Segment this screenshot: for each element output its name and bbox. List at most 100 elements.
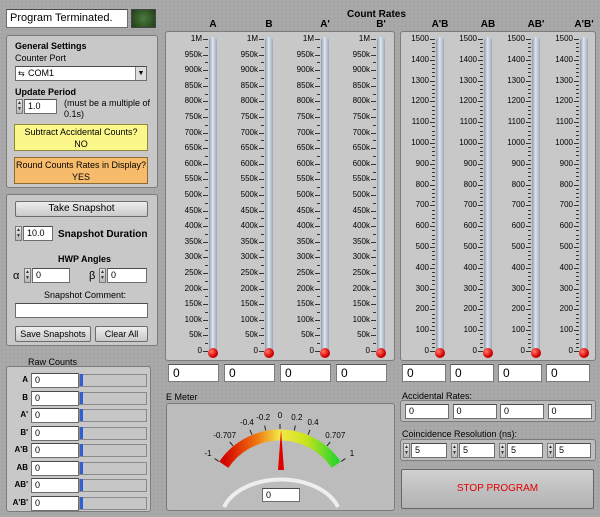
snapshot-duration-stepper[interactable]: ▲ ▼ [15, 226, 22, 241]
thermo-minor-tick [576, 334, 579, 336]
thermo-minor-tick [576, 105, 579, 107]
resolution-input[interactable]: 5 [555, 443, 591, 458]
thermo-tick [203, 288, 208, 290]
thermo-tick-label: 1100 [555, 117, 573, 127]
subtract-accidentals-button[interactable]: Subtract Accidental Counts? NO [14, 124, 148, 151]
thermo-minor-tick [373, 156, 376, 157]
thermo-minor-tick [576, 238, 579, 240]
thermo-minor-tick [261, 140, 264, 142]
thermo-minor-tick [528, 147, 531, 149]
thermo-bulb [208, 348, 218, 358]
thermo-minor-tick [432, 84, 435, 86]
thermo-minor-tick [576, 217, 579, 219]
thermo-tick-label: 1100 [459, 117, 477, 127]
thermo-minor-tick [528, 271, 531, 273]
thermo-tick [259, 304, 264, 306]
thermo-tick-label: 100 [559, 325, 573, 335]
thermo-tick-label: 900 [463, 158, 477, 168]
resolution-input[interactable]: 5 [459, 443, 495, 458]
thermo-minor-tick [373, 62, 376, 64]
resolution-stepper[interactable]: ▲ ▼ [403, 443, 410, 458]
snapshot-duration-input[interactable]: 10.0 [23, 226, 53, 241]
thermo-minor-tick [528, 188, 531, 190]
thermo-minor-tick [373, 93, 376, 95]
resolution-stepper[interactable]: ▲ ▼ [547, 443, 554, 458]
thermo-minor-tick [576, 138, 579, 140]
alpha-stepper[interactable]: ▲ ▼ [24, 268, 31, 283]
beta-stepper[interactable]: ▲ ▼ [99, 268, 106, 283]
thermo-tick [259, 54, 264, 56]
round-rates-button[interactable]: Round Counts Rates in Display? YES [14, 157, 148, 184]
thermo-tick [574, 184, 579, 186]
thermo-tick [259, 351, 264, 352]
clear-all-button[interactable]: Clear All [95, 326, 148, 342]
thermo-tick-label: 900 [415, 158, 429, 168]
thermo-tick [371, 351, 376, 352]
thermo-minor-tick [373, 109, 376, 111]
thermo-minor-tick [261, 187, 264, 189]
thermo-minor-tick [432, 342, 435, 344]
raw-count-value: 0 [31, 495, 79, 511]
resolution-stepper[interactable]: ▲ ▼ [451, 443, 458, 458]
thermo-minor-tick [317, 109, 320, 111]
snapshot-comment-input[interactable] [15, 303, 148, 318]
thermo-minor-tick [480, 43, 483, 45]
emeter-tick [264, 425, 267, 431]
thermo-bulb [579, 348, 589, 358]
thermo-tick-label: 1500 [555, 34, 573, 43]
emeter-scale-label: -1 [204, 449, 212, 459]
thermo-tick [574, 59, 579, 61]
resolution-input[interactable]: 5 [411, 443, 447, 458]
thermo-tick-label: 400k [184, 221, 202, 231]
thermo-tick-label: 800 [511, 179, 525, 189]
thermo-minor-tick [480, 84, 483, 86]
resolution-stepper[interactable]: ▲ ▼ [499, 443, 506, 458]
thermo-minor-tick [432, 326, 435, 328]
take-snapshot-button[interactable]: Take Snapshot [15, 201, 148, 217]
save-snapshots-button[interactable]: Save Snapshots [15, 326, 91, 342]
thermo-tick [574, 163, 579, 165]
raw-count-bar-fill [80, 461, 83, 474]
thermo-tick [430, 80, 435, 82]
thermo-minor-tick [261, 202, 264, 204]
thermo-minor-tick [528, 197, 531, 199]
update-period-input[interactable]: 1.0 [24, 99, 57, 114]
counter-port-select[interactable]: ⇆ COM1 ▼ [15, 66, 147, 81]
stop-program-button[interactable]: STOP PROGRAM [401, 469, 594, 509]
emeter-tick [229, 441, 234, 447]
thermo-minor-tick [576, 292, 579, 294]
thermo-tick [574, 247, 579, 248]
thermo-minor-tick [528, 84, 531, 86]
thermo-bulb [531, 348, 541, 358]
thermo-minor-tick [480, 155, 483, 157]
thermo-tick [259, 288, 264, 290]
thermo-minor-tick [576, 326, 579, 328]
alpha-input[interactable]: 0 [32, 268, 70, 283]
beta-input[interactable]: 0 [107, 268, 147, 283]
raw-count-bar-track [79, 444, 147, 457]
thermo-minor-tick [576, 76, 579, 78]
thermo-minor-tick [261, 93, 264, 95]
thermo-minor-tick [528, 43, 531, 45]
raw-count-label: B' [20, 427, 28, 437]
thermo-tick-label: 200k [296, 283, 314, 293]
thermo-minor-tick [432, 313, 435, 315]
thermo-tick-label: 400k [296, 221, 314, 231]
update-period-stepper[interactable]: ▲ ▼ [16, 99, 23, 114]
thermo-minor-tick [373, 234, 376, 235]
thermo-tick-label: 1M [358, 34, 370, 43]
thermo-tick [574, 330, 579, 332]
thermo-tick-label: 500k [184, 190, 202, 199]
thermo-minor-tick [373, 202, 376, 204]
resolution-input[interactable]: 5 [507, 443, 543, 458]
thermo-minor-tick [528, 334, 531, 336]
thermo-minor-tick [528, 68, 531, 70]
counter-port-value: COM1 [28, 68, 55, 78]
thermo-tick-label: 750k [240, 112, 258, 121]
thermo-tick [526, 226, 531, 228]
round-rates-value: YES [71, 172, 90, 182]
thermo-minor-tick [576, 321, 579, 323]
raw-count-label: A'B' [12, 497, 28, 507]
thermo-minor-tick [480, 93, 483, 95]
thermo-tick-label: 600 [463, 221, 477, 231]
